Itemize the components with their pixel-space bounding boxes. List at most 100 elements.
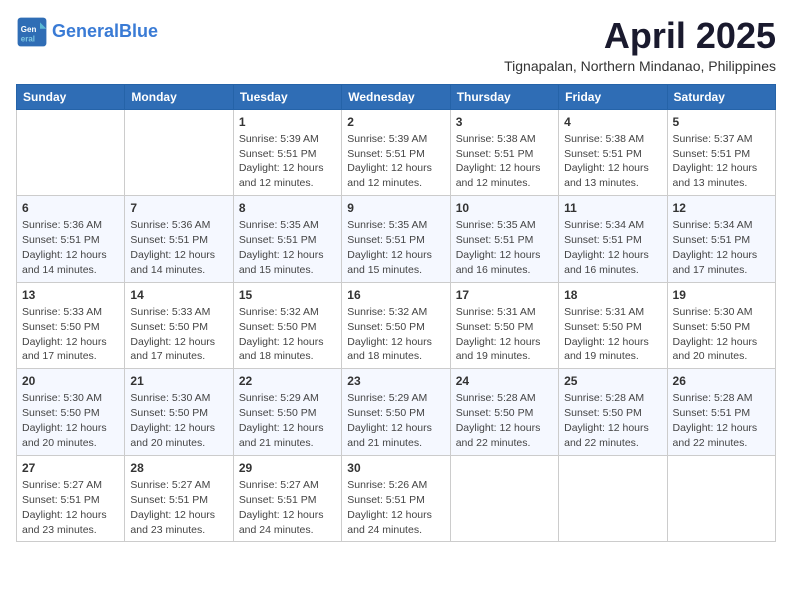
day-info: Sunrise: 5:32 AMSunset: 5:50 PMDaylight:…: [347, 306, 432, 363]
calendar-cell: 6 Sunrise: 5:36 AMSunset: 5:51 PMDayligh…: [17, 196, 125, 283]
logo-blue: Blue: [119, 21, 158, 41]
calendar-cell: [450, 455, 558, 542]
logo-general: General: [52, 21, 119, 41]
day-info: Sunrise: 5:31 AMSunset: 5:50 PMDaylight:…: [564, 306, 649, 363]
calendar-cell: [17, 109, 125, 196]
weekday-header: Saturday: [667, 84, 775, 109]
day-info: Sunrise: 5:33 AMSunset: 5:50 PMDaylight:…: [130, 306, 215, 363]
day-info: Sunrise: 5:28 AMSunset: 5:50 PMDaylight:…: [564, 392, 649, 449]
calendar-cell: 11 Sunrise: 5:34 AMSunset: 5:51 PMDaylig…: [559, 196, 667, 283]
day-info: Sunrise: 5:27 AMSunset: 5:51 PMDaylight:…: [239, 479, 324, 536]
day-number: 16: [347, 287, 444, 303]
day-number: 4: [564, 114, 661, 130]
logo-icon: Gen eral: [16, 16, 48, 48]
day-info: Sunrise: 5:29 AMSunset: 5:50 PMDaylight:…: [239, 392, 324, 449]
day-info: Sunrise: 5:30 AMSunset: 5:50 PMDaylight:…: [673, 306, 758, 363]
day-info: Sunrise: 5:29 AMSunset: 5:50 PMDaylight:…: [347, 392, 432, 449]
day-info: Sunrise: 5:30 AMSunset: 5:50 PMDaylight:…: [22, 392, 107, 449]
title-block: April 2025 Tignapalan, Northern Mindanao…: [504, 16, 776, 74]
calendar-table: SundayMondayTuesdayWednesdayThursdayFrid…: [16, 84, 776, 543]
day-number: 27: [22, 460, 119, 476]
day-number: 7: [130, 200, 227, 216]
day-number: 8: [239, 200, 336, 216]
day-info: Sunrise: 5:30 AMSunset: 5:50 PMDaylight:…: [130, 392, 215, 449]
day-number: 26: [673, 373, 770, 389]
calendar-cell: 22 Sunrise: 5:29 AMSunset: 5:50 PMDaylig…: [233, 369, 341, 456]
calendar-cell: 29 Sunrise: 5:27 AMSunset: 5:51 PMDaylig…: [233, 455, 341, 542]
day-info: Sunrise: 5:39 AMSunset: 5:51 PMDaylight:…: [347, 133, 432, 190]
day-number: 13: [22, 287, 119, 303]
day-number: 11: [564, 200, 661, 216]
day-number: 9: [347, 200, 444, 216]
calendar-cell: [559, 455, 667, 542]
page-header: Gen eral GeneralBlue April 2025 Tignapal…: [16, 16, 776, 74]
calendar-cell: 28 Sunrise: 5:27 AMSunset: 5:51 PMDaylig…: [125, 455, 233, 542]
day-info: Sunrise: 5:35 AMSunset: 5:51 PMDaylight:…: [456, 219, 541, 276]
calendar-cell: [667, 455, 775, 542]
day-number: 30: [347, 460, 444, 476]
day-number: 6: [22, 200, 119, 216]
day-number: 5: [673, 114, 770, 130]
day-number: 21: [130, 373, 227, 389]
calendar-cell: 16 Sunrise: 5:32 AMSunset: 5:50 PMDaylig…: [342, 282, 450, 369]
day-info: Sunrise: 5:38 AMSunset: 5:51 PMDaylight:…: [456, 133, 541, 190]
location-title: Tignapalan, Northern Mindanao, Philippin…: [504, 58, 776, 74]
day-info: Sunrise: 5:36 AMSunset: 5:51 PMDaylight:…: [22, 219, 107, 276]
weekday-header: Friday: [559, 84, 667, 109]
weekday-header-row: SundayMondayTuesdayWednesdayThursdayFrid…: [17, 84, 776, 109]
day-number: 2: [347, 114, 444, 130]
calendar-cell: 5 Sunrise: 5:37 AMSunset: 5:51 PMDayligh…: [667, 109, 775, 196]
calendar-cell: [125, 109, 233, 196]
calendar-cell: 20 Sunrise: 5:30 AMSunset: 5:50 PMDaylig…: [17, 369, 125, 456]
weekday-header: Thursday: [450, 84, 558, 109]
calendar-cell: 8 Sunrise: 5:35 AMSunset: 5:51 PMDayligh…: [233, 196, 341, 283]
day-number: 22: [239, 373, 336, 389]
day-info: Sunrise: 5:36 AMSunset: 5:51 PMDaylight:…: [130, 219, 215, 276]
calendar-cell: 10 Sunrise: 5:35 AMSunset: 5:51 PMDaylig…: [450, 196, 558, 283]
day-number: 15: [239, 287, 336, 303]
day-number: 28: [130, 460, 227, 476]
calendar-cell: 14 Sunrise: 5:33 AMSunset: 5:50 PMDaylig…: [125, 282, 233, 369]
calendar-cell: 15 Sunrise: 5:32 AMSunset: 5:50 PMDaylig…: [233, 282, 341, 369]
weekday-header: Tuesday: [233, 84, 341, 109]
calendar-cell: 1 Sunrise: 5:39 AMSunset: 5:51 PMDayligh…: [233, 109, 341, 196]
weekday-header: Wednesday: [342, 84, 450, 109]
day-number: 3: [456, 114, 553, 130]
calendar-week-row: 1 Sunrise: 5:39 AMSunset: 5:51 PMDayligh…: [17, 109, 776, 196]
day-info: Sunrise: 5:26 AMSunset: 5:51 PMDaylight:…: [347, 479, 432, 536]
calendar-cell: 30 Sunrise: 5:26 AMSunset: 5:51 PMDaylig…: [342, 455, 450, 542]
calendar-cell: 12 Sunrise: 5:34 AMSunset: 5:51 PMDaylig…: [667, 196, 775, 283]
day-info: Sunrise: 5:33 AMSunset: 5:50 PMDaylight:…: [22, 306, 107, 363]
calendar-week-row: 20 Sunrise: 5:30 AMSunset: 5:50 PMDaylig…: [17, 369, 776, 456]
calendar-cell: 13 Sunrise: 5:33 AMSunset: 5:50 PMDaylig…: [17, 282, 125, 369]
day-number: 17: [456, 287, 553, 303]
svg-text:eral: eral: [21, 35, 35, 44]
day-number: 29: [239, 460, 336, 476]
svg-text:Gen: Gen: [21, 25, 37, 34]
calendar-cell: 19 Sunrise: 5:30 AMSunset: 5:50 PMDaylig…: [667, 282, 775, 369]
day-number: 14: [130, 287, 227, 303]
day-info: Sunrise: 5:38 AMSunset: 5:51 PMDaylight:…: [564, 133, 649, 190]
weekday-header: Sunday: [17, 84, 125, 109]
calendar-week-row: 27 Sunrise: 5:27 AMSunset: 5:51 PMDaylig…: [17, 455, 776, 542]
weekday-header: Monday: [125, 84, 233, 109]
calendar-cell: 9 Sunrise: 5:35 AMSunset: 5:51 PMDayligh…: [342, 196, 450, 283]
day-number: 23: [347, 373, 444, 389]
day-info: Sunrise: 5:34 AMSunset: 5:51 PMDaylight:…: [673, 219, 758, 276]
day-info: Sunrise: 5:35 AMSunset: 5:51 PMDaylight:…: [347, 219, 432, 276]
day-number: 12: [673, 200, 770, 216]
calendar-cell: 17 Sunrise: 5:31 AMSunset: 5:50 PMDaylig…: [450, 282, 558, 369]
day-info: Sunrise: 5:28 AMSunset: 5:51 PMDaylight:…: [673, 392, 758, 449]
calendar-cell: 27 Sunrise: 5:27 AMSunset: 5:51 PMDaylig…: [17, 455, 125, 542]
day-number: 10: [456, 200, 553, 216]
day-info: Sunrise: 5:35 AMSunset: 5:51 PMDaylight:…: [239, 219, 324, 276]
calendar-cell: 23 Sunrise: 5:29 AMSunset: 5:50 PMDaylig…: [342, 369, 450, 456]
day-info: Sunrise: 5:39 AMSunset: 5:51 PMDaylight:…: [239, 133, 324, 190]
day-number: 1: [239, 114, 336, 130]
day-info: Sunrise: 5:27 AMSunset: 5:51 PMDaylight:…: [22, 479, 107, 536]
calendar-week-row: 13 Sunrise: 5:33 AMSunset: 5:50 PMDaylig…: [17, 282, 776, 369]
calendar-cell: 18 Sunrise: 5:31 AMSunset: 5:50 PMDaylig…: [559, 282, 667, 369]
calendar-cell: 2 Sunrise: 5:39 AMSunset: 5:51 PMDayligh…: [342, 109, 450, 196]
calendar-cell: 4 Sunrise: 5:38 AMSunset: 5:51 PMDayligh…: [559, 109, 667, 196]
day-info: Sunrise: 5:34 AMSunset: 5:51 PMDaylight:…: [564, 219, 649, 276]
